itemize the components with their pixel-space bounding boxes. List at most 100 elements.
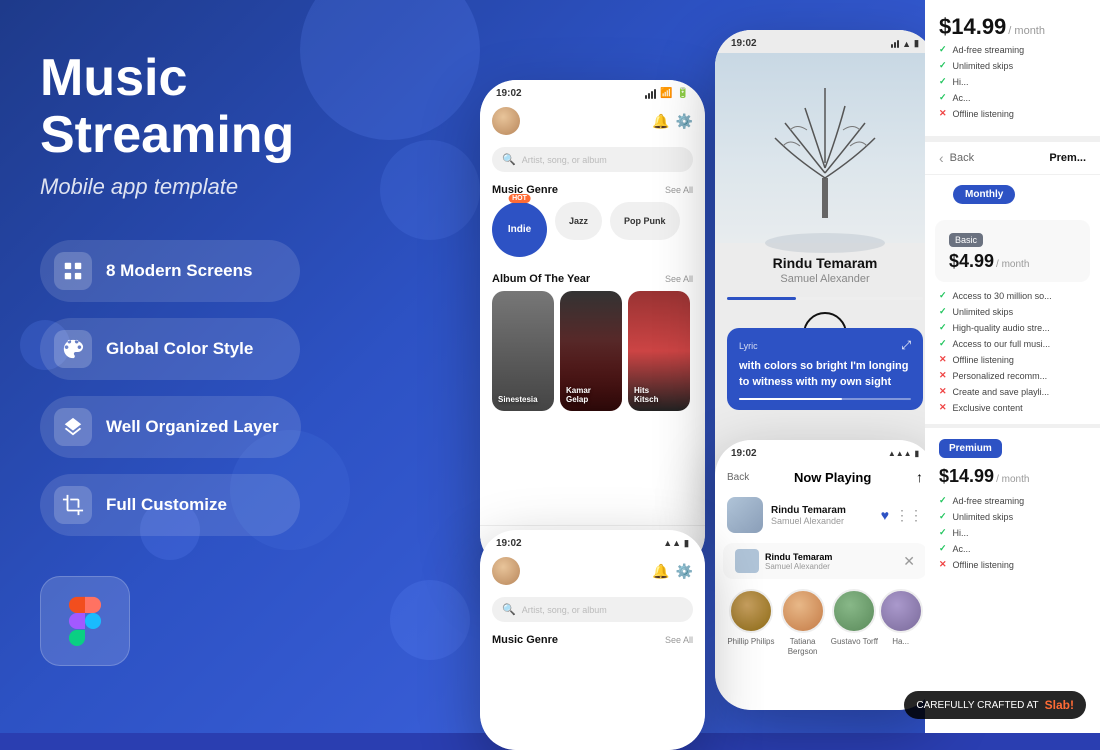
- notification-icon-4[interactable]: 🔔: [652, 563, 669, 580]
- album-label-2: Kamar Gelap: [566, 386, 591, 405]
- feature-item-customize: Full Customize: [40, 474, 300, 536]
- phone-bottom-screen: 19:02 ▲▲ ▮ 🔔 ⚙️ 🔍 Artist, song, or album…: [480, 530, 705, 750]
- hot-tag: HOT: [508, 194, 531, 203]
- lyric-expand-icon[interactable]: ⤢: [901, 338, 911, 353]
- user-avatar-4: [492, 557, 520, 585]
- phones-container: 19:02 📶 🔋 🔔 ⚙️: [460, 0, 1100, 733]
- pf-4: ✓Ac...: [939, 543, 1086, 554]
- search-bar-4[interactable]: 🔍 Artist, song, or album: [492, 597, 693, 622]
- tf-1: ✓Ad-free streaming: [939, 44, 1086, 55]
- back-icon[interactable]: ‹: [939, 150, 944, 166]
- basic-plan-label: Basic: [949, 233, 983, 247]
- genre-pop-punk[interactable]: Pop Punk: [610, 202, 680, 240]
- album-card-3[interactable]: Hits Kitsch: [628, 291, 690, 411]
- tf-5-label: Offline listening: [953, 109, 1014, 119]
- basic-features: ✓Access to 30 million so... ✓Unlimited s…: [925, 288, 1100, 420]
- lyric-label: Lyric: [739, 341, 758, 351]
- person-avatar-2: [781, 589, 825, 633]
- signal-icon: [645, 89, 656, 99]
- track-artist: Samuel Alexander: [771, 516, 873, 526]
- album-see-all[interactable]: See All: [665, 274, 693, 284]
- tf-2: ✓Unlimited skips: [939, 60, 1086, 71]
- track-name: Rindu Temaram: [771, 505, 873, 516]
- phone-now-playing: 19:02 ▲▲▲ ▮ Back Now Playing ↑ Rindu Tem…: [715, 440, 935, 710]
- feature-label-customize: Full Customize: [106, 495, 227, 515]
- notify-artist: Samuel Alexander: [765, 562, 832, 571]
- premium-price-row: $14.99 / month: [939, 466, 1086, 487]
- phone1-header: 🔔 ⚙️: [480, 103, 705, 143]
- genre-row: HOT Indie Jazz Pop Punk: [480, 202, 705, 257]
- search-icon-4: 🔍: [502, 603, 516, 616]
- lyric-card: Lyric ⤢ with colors so bright I'm longin…: [727, 328, 923, 410]
- now-playing-title: Now Playing: [794, 470, 871, 485]
- grid-icon: [54, 252, 92, 290]
- back-button[interactable]: Back: [727, 472, 749, 483]
- header-icons-1: 🔔 ⚙️: [652, 113, 693, 130]
- settings-icon-4[interactable]: ⚙️: [676, 563, 693, 580]
- close-notification-icon[interactable]: ✕: [903, 553, 915, 570]
- bf-2: ✓Unlimited skips: [939, 306, 1086, 317]
- album-card-1[interactable]: Sinestesia: [492, 291, 554, 411]
- back-label[interactable]: Back: [950, 152, 974, 164]
- bf-7-l: Create and save playli...: [953, 387, 1050, 397]
- search-placeholder-4: Artist, song, or album: [522, 605, 607, 615]
- more-icon[interactable]: ⋮⋮: [895, 507, 923, 524]
- settings-icon[interactable]: ⚙️: [676, 113, 693, 130]
- see-all-4[interactable]: See All: [665, 635, 693, 645]
- wifi-2: ▲: [902, 39, 911, 49]
- crafted-badge: CAREFULLY CRAFTED AT Slab!: [904, 691, 1086, 719]
- bf-5: ✕Offline listening: [939, 354, 1086, 365]
- bf-5-l: Offline listening: [953, 355, 1014, 365]
- top-price: $14.99: [939, 14, 1006, 40]
- progress-track[interactable]: [727, 297, 923, 300]
- notify-content: Rindu Temaram Samuel Alexander: [735, 549, 832, 573]
- pricing-nav: ‹ Back Prem...: [925, 142, 1100, 175]
- feature-label-color: Global Color Style: [106, 339, 253, 359]
- lyric-progress-fill: [739, 398, 842, 400]
- genre-title-4: Music Genre: [492, 634, 558, 646]
- phone4-header: 🔔 ⚙️: [480, 553, 705, 593]
- slab-brand: Slab!: [1045, 698, 1074, 712]
- status-icons-3: ▲▲▲ ▮: [888, 449, 919, 458]
- ground-circle: [765, 233, 885, 253]
- notification-icon[interactable]: 🔔: [652, 113, 669, 130]
- pf-2: ✓Unlimited skips: [939, 511, 1086, 522]
- album-card-2[interactable]: Kamar Gelap: [560, 291, 622, 411]
- feature-label-screens: 8 Modern Screens: [106, 261, 252, 281]
- person-3: Gustavo Torff: [831, 589, 878, 656]
- genre-indie[interactable]: HOT Indie: [492, 202, 547, 257]
- feature-label-layer: Well Organized Layer: [106, 417, 279, 437]
- heart-icon[interactable]: ♥: [881, 507, 889, 523]
- basic-period: / month: [996, 259, 1029, 270]
- notify-text: Rindu Temaram Samuel Alexander: [765, 552, 832, 571]
- feature-item-screens: 8 Modern Screens: [40, 240, 300, 302]
- bf-2-l: Unlimited skips: [953, 307, 1014, 317]
- pf-1-l: Ad-free streaming: [953, 496, 1025, 506]
- status-icons-1: 📶 🔋: [645, 88, 689, 99]
- signal-3: ▲▲▲: [888, 449, 912, 458]
- signal-4: ▲▲: [663, 538, 681, 549]
- person-name-4: Ha...: [892, 637, 909, 647]
- pricing-panel: $14.99 / month ✓Ad-free streaming ✓Unlim…: [925, 0, 1100, 733]
- tf-2-label: Unlimited skips: [953, 61, 1014, 71]
- status-icons-4: ▲▲ ▮: [663, 538, 689, 549]
- person-name-3: Gustavo Torff: [831, 637, 878, 647]
- bf-6: ✕Personalized recomm...: [939, 370, 1086, 381]
- share-icon[interactable]: ↑: [916, 469, 923, 485]
- track-info: Rindu Temaram Samuel Alexander: [771, 505, 873, 526]
- pf-2-l: Unlimited skips: [953, 512, 1014, 522]
- battery-2: ▮: [914, 38, 919, 49]
- bf-8-l: Exclusive content: [953, 403, 1023, 413]
- track-thumbnail: [727, 497, 763, 533]
- album-label-3: Hits Kitsch: [634, 386, 658, 405]
- time-1: 19:02: [496, 88, 522, 99]
- lyric-progress: [739, 398, 911, 400]
- monthly-tab[interactable]: Monthly: [953, 185, 1015, 204]
- search-bar-1[interactable]: 🔍 Artist, song, or album: [492, 147, 693, 172]
- genre-see-all[interactable]: See All: [665, 185, 693, 195]
- top-period: / month: [1008, 25, 1045, 37]
- phone3-header: Back Now Playing ↑: [715, 463, 935, 491]
- top-pricing-section: $14.99 / month ✓Ad-free streaming ✓Unlim…: [925, 0, 1100, 136]
- genre-jazz[interactable]: Jazz: [555, 202, 602, 240]
- album-section-header: Album Of The Year See All: [480, 265, 705, 291]
